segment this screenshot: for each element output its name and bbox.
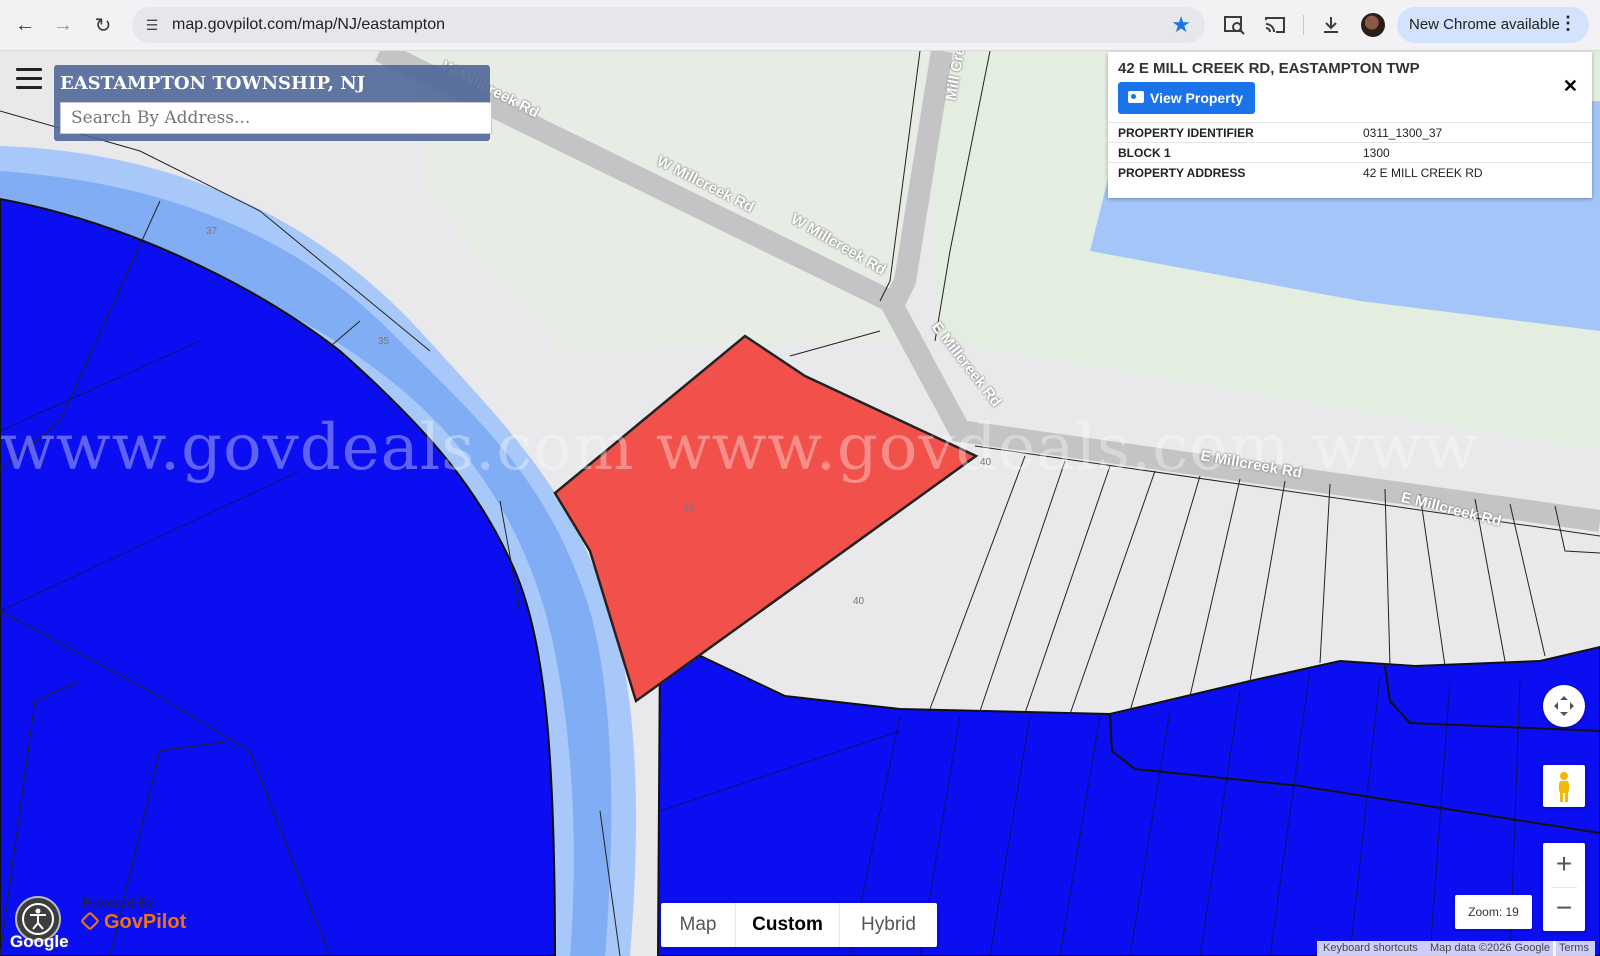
search-panel: EASTAMPTON TOWNSHIP, NJ [54,65,492,141]
powered-by-text: Powered By [82,896,155,910]
detail-key: PROPERTY IDENTIFIER [1108,122,1353,143]
view-property-button[interactable]: View Property [1118,82,1255,114]
property-info-card: 42 E MILL CREEK RD, EASTAMPTON TWP ✕ Vie… [1108,52,1592,198]
back-icon[interactable]: ← [10,10,40,40]
map-type-custom[interactable]: Custom [736,903,839,947]
zoom-control: + − [1543,843,1585,931]
table-row: BLOCK 1 1300 [1108,142,1592,163]
expand-icon [1554,696,1574,716]
lot-number: 40 [980,457,992,468]
url-text[interactable]: map.govpilot.com/map/NJ/eastampton [172,16,445,34]
map-type-selector: Map Custom Hybrid [661,903,937,947]
map-type-hybrid[interactable]: Hybrid [840,903,937,947]
bookmark-star-icon[interactable]: ★ [1171,12,1191,38]
google-logo: Google [10,932,69,951]
map-type-map[interactable]: Map [661,903,735,947]
lens-search-icon[interactable] [1222,12,1248,38]
map-data-attribution: Map data ©2026 Google [1424,941,1557,956]
more-icon[interactable]: ⋮ [1559,13,1577,34]
update-label: New Chrome available [1409,16,1560,33]
address-search-input[interactable] [60,102,492,134]
fullscreen-button[interactable] [1543,685,1585,727]
id-card-icon [1128,91,1144,103]
close-icon[interactable]: ✕ [1563,76,1578,97]
chrome-update-button[interactable]: New Chrome available ⋮ [1397,7,1589,43]
property-details-table: PROPERTY IDENTIFIER 0311_1300_37 BLOCK 1… [1108,122,1592,182]
keyboard-shortcuts-link[interactable]: Keyboard shortcuts [1317,941,1424,956]
zoom-level-indicator: Zoom: 19 [1455,895,1532,929]
lot-number: 40 [853,596,865,607]
zoom-out-button[interactable]: − [1543,887,1585,931]
browser-toolbar: ← → ↻ ☰ map.govpilot.com/map/NJ/eastampt… [0,0,1600,51]
lot-number: 37 [206,226,218,237]
site-info-icon[interactable]: ☰ [142,15,162,35]
govpilot-logo-icon [80,911,100,931]
table-row: PROPERTY IDENTIFIER 0311_1300_37 [1108,122,1592,143]
street-view-pegman[interactable] [1543,765,1585,807]
pegman-icon [1559,772,1569,802]
govdeals-watermark: www.govdeals.com www.govdeals.com www [0,411,1479,485]
zoom-in-button[interactable]: + [1543,843,1585,887]
detail-key: PROPERTY ADDRESS [1108,162,1353,182]
cast-icon[interactable] [1262,12,1288,38]
lot-number: 35 [378,336,390,347]
detail-value: 0311_1300_37 [1353,122,1592,143]
view-property-label: View Property [1150,90,1244,106]
profile-avatar[interactable] [1361,13,1385,37]
address-bar[interactable]: ☰ map.govpilot.com/map/NJ/eastampton ★ [132,7,1205,43]
lot-number: 42 [683,503,695,514]
township-title: EASTAMPTON TOWNSHIP, NJ [60,73,366,94]
terms-link[interactable]: Terms [1553,941,1595,956]
toolbar-divider [1303,15,1304,35]
govpilot-logo[interactable]: GovPilot [80,911,186,934]
detail-key: BLOCK 1 [1108,142,1353,163]
property-heading: 42 E MILL CREEK RD, EASTAMPTON TWP [1118,60,1420,77]
download-icon[interactable] [1318,12,1344,38]
forward-icon[interactable]: → [48,10,78,40]
detail-value: 42 E MILL CREEK RD [1353,162,1592,182]
govpilot-wordmark: GovPilot [104,911,187,933]
table-row: PROPERTY ADDRESS 42 E MILL CREEK RD [1108,162,1592,182]
menu-icon[interactable] [16,68,42,90]
reload-icon[interactable]: ↻ [88,10,118,40]
detail-value: 1300 [1353,142,1592,163]
